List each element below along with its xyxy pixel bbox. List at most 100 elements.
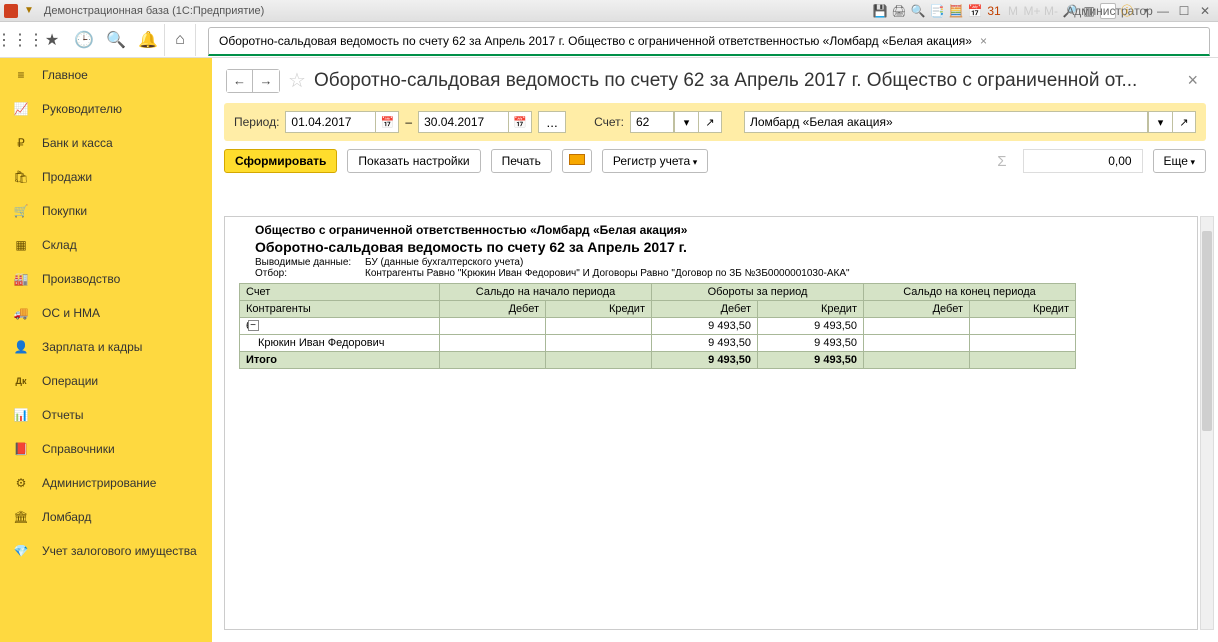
document-close-icon[interactable]: × (1181, 70, 1204, 91)
truck-icon: 🚚 (12, 304, 30, 322)
grid-icon: ▦ (12, 236, 30, 254)
th-counterparties: Контрагенты (240, 301, 440, 318)
main-area: ← → ☆ Оборотно-сальдовая ведомость по сч… (212, 58, 1218, 642)
sigma-icon: Σ (991, 153, 1012, 170)
search-icon[interactable]: 🔍 (100, 24, 132, 56)
filter-line: Отбор: Контрагенты Равно "Крюкин Иван Фе… (255, 268, 1189, 279)
print-icon[interactable]: 🖨 (891, 3, 907, 19)
sidebar-item-warehouse[interactable]: ▦Склад (0, 228, 212, 262)
close-button[interactable]: ✕ (1196, 3, 1214, 19)
sidebar-item-pawnshop[interactable]: 🏛Ломбард (0, 500, 212, 534)
app-icon (4, 4, 18, 18)
company-dropdown-icon[interactable]: ▾ (1148, 111, 1172, 133)
period-label: Период: (234, 115, 279, 129)
compare-icon[interactable]: 📑 (929, 3, 945, 19)
book-icon: 📕 (12, 440, 30, 458)
sidebar-item-assets[interactable]: 🚚ОС и НМА (0, 296, 212, 330)
nav-group: ← → (226, 69, 280, 93)
home-icon[interactable]: ⌂ (164, 24, 196, 56)
building-icon: 🏛 (12, 508, 30, 526)
collapse-icon[interactable]: − (248, 320, 259, 331)
print-button[interactable]: Печать (491, 149, 552, 173)
sidebar-item-production[interactable]: 🏭Производство (0, 262, 212, 296)
sidebar-item-bank[interactable]: ₽Банк и касса (0, 126, 212, 160)
back-button[interactable]: ← (227, 70, 253, 92)
gear-icon: ⚙ (12, 474, 30, 492)
envelope-icon (569, 154, 585, 165)
scrollbar[interactable] (1200, 216, 1214, 630)
org-name: Общество с ограниченной ответственностью… (255, 223, 1189, 237)
table-header-row-1: Счет Сальдо на начало периода Обороты за… (240, 284, 1076, 301)
notifications-icon[interactable]: 🔔 (132, 24, 164, 56)
m-icon[interactable]: M (1005, 3, 1021, 19)
company-open-icon[interactable]: ↗ (1172, 111, 1196, 133)
history-icon[interactable]: 🕒 (68, 24, 100, 56)
register-button[interactable]: Регистр учета (602, 149, 708, 173)
date-from-picker-icon[interactable]: 📅 (375, 111, 399, 133)
info-icon[interactable]: ⓘ (1119, 3, 1135, 19)
account-open-icon[interactable]: ↗ (698, 111, 722, 133)
sidebar-item-main[interactable]: ≡Главное (0, 58, 212, 92)
date-to-picker-icon[interactable]: 📅 (508, 111, 532, 133)
maximize-button[interactable]: ☐ (1175, 3, 1193, 19)
calc-icon[interactable]: 🧮 (948, 3, 964, 19)
mail-button[interactable] (562, 149, 592, 173)
sidebar-item-collateral[interactable]: 💎Учет залогового имущества (0, 534, 212, 568)
date-from-input[interactable] (285, 111, 375, 133)
bars-icon: 📊 (12, 406, 30, 424)
date-to-input[interactable] (418, 111, 508, 133)
th-account: Счет (240, 284, 440, 301)
minimize-button[interactable]: — (1154, 3, 1172, 19)
dropdown-icon[interactable]: ▼ (24, 5, 34, 16)
date-to-group: 📅 (418, 111, 532, 133)
sidebar-item-purchases[interactable]: 🛒Покупки (0, 194, 212, 228)
apps-icon[interactable]: ⋮⋮⋮ (4, 24, 36, 56)
cart-icon: 🛒 (12, 202, 30, 220)
sidebar-item-hr[interactable]: 👤Зарплата и кадры (0, 330, 212, 364)
user-icon: 👤 (12, 338, 30, 356)
form-button[interactable]: Сформировать (224, 149, 337, 173)
sidebar-item-admin[interactable]: ⚙Администрирование (0, 466, 212, 500)
info-dropdown-icon[interactable]: ▾ (1138, 3, 1154, 19)
company-input[interactable] (744, 111, 1148, 133)
window-buttons: — ☐ ✕ (1154, 3, 1214, 19)
calendar-icon[interactable]: 📅 (967, 3, 983, 19)
company-group: ▾ ↗ (744, 111, 1196, 133)
tab-close-icon[interactable]: × (980, 34, 987, 48)
m-plus-icon[interactable]: M+ (1024, 3, 1040, 19)
sidebar-item-sales[interactable]: 🛍Продажи (0, 160, 212, 194)
sidebar-item-references[interactable]: 📕Справочники (0, 432, 212, 466)
tab-title: Оборотно-сальдовая ведомость по счету 62… (219, 34, 972, 48)
favorite-star-icon[interactable]: ☆ (288, 68, 306, 93)
document-header: ← → ☆ Оборотно-сальдовая ведомость по сч… (212, 58, 1218, 99)
report-viewport[interactable]: Общество с ограниченной ответственностью… (224, 216, 1198, 630)
account-dropdown-icon[interactable]: ▾ (674, 111, 698, 133)
chart-icon: 📈 (12, 100, 30, 118)
sidebar-item-manager[interactable]: 📈Руководителю (0, 92, 212, 126)
forward-button[interactable]: → (253, 70, 279, 92)
more-button[interactable]: Еще (1153, 149, 1206, 173)
table-row-account[interactable]: −62 9 493,50 9 493,50 (240, 318, 1076, 335)
save-icon[interactable]: 💾 (872, 3, 888, 19)
admin-user[interactable]: Администратор (1100, 3, 1116, 19)
show-settings-button[interactable]: Показать настройки (347, 149, 480, 173)
scrollbar-thumb[interactable] (1202, 231, 1212, 431)
th-turnover: Обороты за период (652, 284, 864, 301)
preview-icon[interactable]: 🔍 (910, 3, 926, 19)
document-tab[interactable]: Оборотно-сальдовая ведомость по счету 62… (208, 27, 1210, 56)
sum-value: 0,00 (1023, 149, 1143, 173)
favorite-icon[interactable]: ★ (36, 24, 68, 56)
th-credit-1: Кредит (546, 301, 652, 318)
report-title: Оборотно-сальдовая ведомость по счету 62… (255, 239, 1189, 255)
period-dialog-button[interactable]: ... (538, 111, 566, 133)
account-label: Счет: (594, 115, 624, 129)
account-input[interactable] (630, 111, 674, 133)
sidebar-item-operations[interactable]: ДкОперации (0, 364, 212, 398)
table-row-total: Итого 9 493,50 9 493,50 (240, 352, 1076, 369)
sidebar-item-reports[interactable]: 📊Отчеты (0, 398, 212, 432)
date-icon[interactable]: 31 (986, 3, 1002, 19)
table-row-counterparty[interactable]: Крюкин Иван Федорович 9 493,50 9 493,50 (240, 335, 1076, 352)
menu-icon: ≡ (12, 66, 30, 84)
m-minus-icon[interactable]: M- (1043, 3, 1059, 19)
date-from-group: 📅 (285, 111, 399, 133)
